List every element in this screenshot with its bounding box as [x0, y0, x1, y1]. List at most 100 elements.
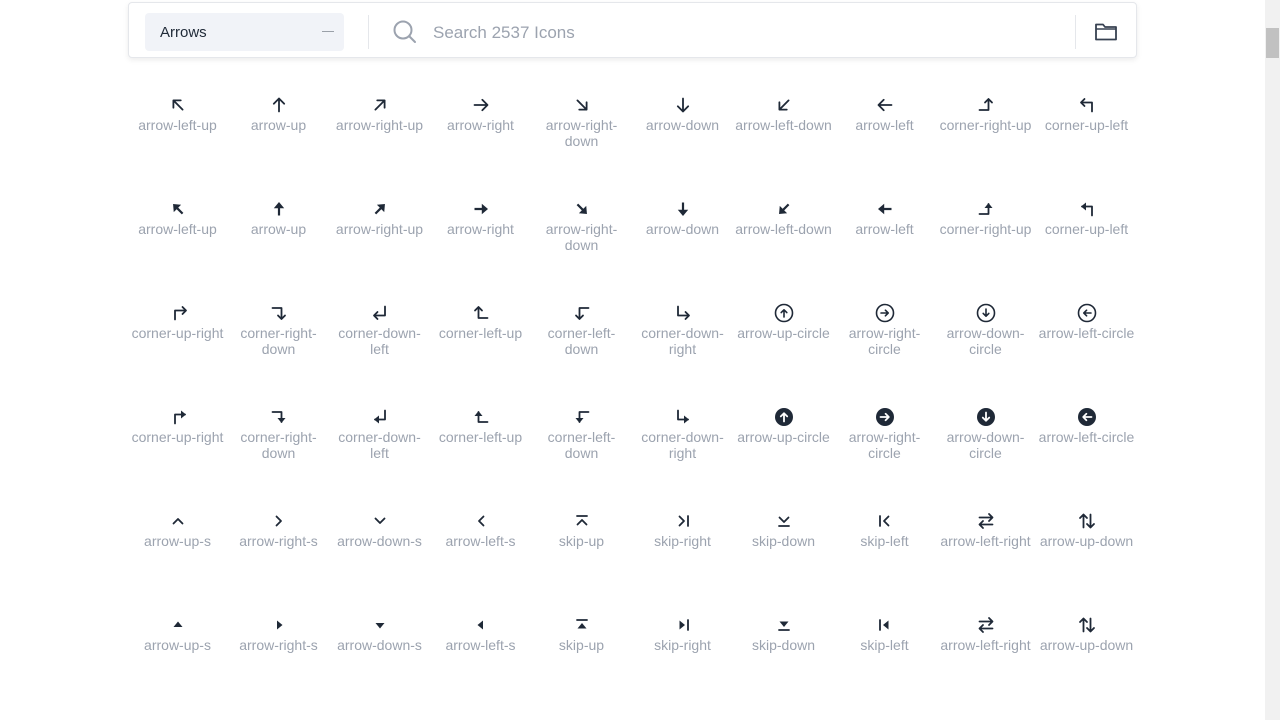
icon-tile[interactable]: corner-up-left	[1036, 86, 1137, 190]
folder-icon[interactable]	[1093, 18, 1119, 44]
skip-left-outline-icon	[878, 515, 889, 527]
icon-label: arrow-right-s	[239, 637, 318, 653]
icon-tile[interactable]: corner-left-up	[430, 294, 531, 398]
arrow-left-solid-icon	[877, 203, 891, 215]
icon-tile[interactable]: arrow-down	[632, 190, 733, 294]
scrollbar[interactable]	[1265, 0, 1280, 720]
icon-tile[interactable]: arrow-up-circle	[733, 398, 834, 502]
icon-tile[interactable]: corner-left-up	[430, 398, 531, 502]
icon-label: corner-down-right	[641, 429, 724, 461]
arrow-left-up-solid-icon	[172, 204, 183, 215]
arrow-down-circle-outline-icon	[976, 303, 995, 323]
icon-tile[interactable]: arrow-down-s	[329, 502, 430, 606]
arrow-up-solid-icon	[273, 202, 284, 216]
category-select[interactable]: Arrows	[145, 13, 344, 51]
icon-tile[interactable]: arrow-right-down	[531, 190, 632, 294]
corner-left-up-outline-icon	[473, 306, 488, 319]
icon-tile[interactable]: corner-down-right	[632, 398, 733, 502]
corner-right-down-outline-icon	[271, 307, 286, 320]
icon-label: corner-up-right	[131, 429, 224, 445]
icon-label: arrow-right-down	[545, 221, 618, 253]
icon-tile[interactable]: corner-right-down	[228, 398, 329, 502]
icon-tile[interactable]: arrow-up	[228, 190, 329, 294]
icon-tile[interactable]: arrow-right	[430, 190, 531, 294]
icon-tile[interactable]: arrow-up	[228, 86, 329, 190]
icon-tile[interactable]: corner-down-left	[329, 294, 430, 398]
icon-tile[interactable]: corner-down-right	[632, 294, 733, 398]
corner-up-right-outline-icon	[173, 306, 187, 321]
icon-tile[interactable]: skip-down	[733, 606, 834, 710]
icon-tile[interactable]: arrow-up-down	[1036, 502, 1137, 606]
icon-tile[interactable]: arrow-down-circle	[935, 398, 1036, 502]
icon-tile[interactable]: arrow-left-right	[935, 502, 1036, 606]
icon-tile[interactable]: arrow-left-circle	[1036, 294, 1137, 398]
icon-tile[interactable]: corner-right-down	[228, 294, 329, 398]
icon-tile[interactable]: skip-up	[531, 502, 632, 606]
arrow-up-s-solid-icon	[173, 621, 182, 627]
icon-label: arrow-left-down	[735, 221, 832, 237]
icon-tile[interactable]: corner-right-up	[935, 86, 1036, 190]
arrow-left-circle-outline-icon	[1077, 303, 1096, 323]
icon-tile[interactable]: corner-left-down	[531, 294, 632, 398]
icon-tile[interactable]: arrow-right	[430, 86, 531, 190]
icon-tile[interactable]: arrow-right-up	[329, 190, 430, 294]
scrollbar-thumb[interactable]	[1266, 28, 1279, 58]
icon-tile[interactable]: arrow-down-s	[329, 606, 430, 710]
icon-tile[interactable]: arrow-right-down	[531, 86, 632, 190]
icon-tile[interactable]: arrow-up-circle	[733, 294, 834, 398]
collapse-icon	[322, 31, 334, 32]
icon-tile[interactable]: arrow-right-s	[228, 502, 329, 606]
corner-up-left-solid-icon	[1080, 202, 1093, 217]
icon-tile[interactable]: arrow-left	[834, 190, 935, 294]
icon-tile[interactable]: skip-up	[531, 606, 632, 710]
icon-tile[interactable]: arrow-left-circle	[1036, 398, 1137, 502]
icon-tile[interactable]: arrow-down-circle	[935, 294, 1036, 398]
icon-tile[interactable]: corner-left-down	[531, 398, 632, 502]
arrow-right-up-solid-icon	[374, 204, 385, 215]
corner-up-right-solid-icon	[173, 410, 186, 425]
icon-tile[interactable]: corner-up-right	[127, 398, 228, 502]
icon-label: corner-left-down	[547, 429, 616, 461]
icon-label: arrow-right	[447, 221, 514, 237]
icon-tile[interactable]: skip-right	[632, 606, 733, 710]
arrow-left-s-solid-icon	[477, 620, 483, 630]
search-input[interactable]	[431, 17, 1035, 49]
icon-label: arrow-down-circle	[946, 429, 1025, 461]
arrow-up-outline-icon	[272, 97, 285, 113]
icon-label: arrow-left	[855, 221, 914, 237]
icon-tile[interactable]: skip-down	[733, 502, 834, 606]
skip-right-outline-icon	[678, 515, 689, 527]
icon-tile[interactable]: arrow-right-circle	[834, 398, 935, 502]
icon-label: arrow-right-circle	[848, 325, 921, 357]
icon-tile[interactable]: arrow-left-down	[733, 190, 834, 294]
icon-tile[interactable]: arrow-left-s	[430, 606, 531, 710]
corner-left-up-solid-icon	[474, 411, 488, 423]
icon-tile[interactable]: skip-left	[834, 502, 935, 606]
icon-tile[interactable]: corner-right-up	[935, 190, 1036, 294]
icon-tile[interactable]: skip-right	[632, 502, 733, 606]
icon-tile[interactable]: arrow-up-down	[1036, 606, 1137, 710]
icon-tile[interactable]: arrow-left-up	[127, 190, 228, 294]
icon-tile[interactable]: arrow-left-right	[935, 606, 1036, 710]
icon-tile[interactable]: arrow-right-circle	[834, 294, 935, 398]
icon-label: corner-right-down	[240, 429, 317, 461]
icon-label: arrow-down-s	[337, 637, 422, 653]
icon-tile[interactable]: arrow-down	[632, 86, 733, 190]
icon-tile[interactable]: arrow-up-s	[127, 606, 228, 710]
icon-tile[interactable]: arrow-right-up	[329, 86, 430, 190]
icon-tile[interactable]: corner-up-left	[1036, 190, 1137, 294]
icon-tile[interactable]: arrow-left	[834, 86, 935, 190]
icon-tile[interactable]: arrow-left-down	[733, 86, 834, 190]
icon-tile[interactable]: arrow-left-s	[430, 502, 531, 606]
arrow-left-right-solid-icon	[978, 617, 993, 633]
icon-label: arrow-up-s	[144, 533, 211, 549]
icon-tile[interactable]: arrow-left-up	[127, 86, 228, 190]
icon-tile[interactable]: corner-down-left	[329, 398, 430, 502]
icon-tile[interactable]: arrow-up-s	[127, 502, 228, 606]
icon-tile[interactable]: corner-up-right	[127, 294, 228, 398]
icon-tile[interactable]: arrow-right-s	[228, 606, 329, 710]
arrow-right-down-outline-icon	[576, 99, 587, 111]
corner-left-down-outline-icon	[574, 307, 589, 320]
icon-tile[interactable]: skip-left	[834, 606, 935, 710]
corner-down-right-outline-icon	[676, 305, 690, 320]
